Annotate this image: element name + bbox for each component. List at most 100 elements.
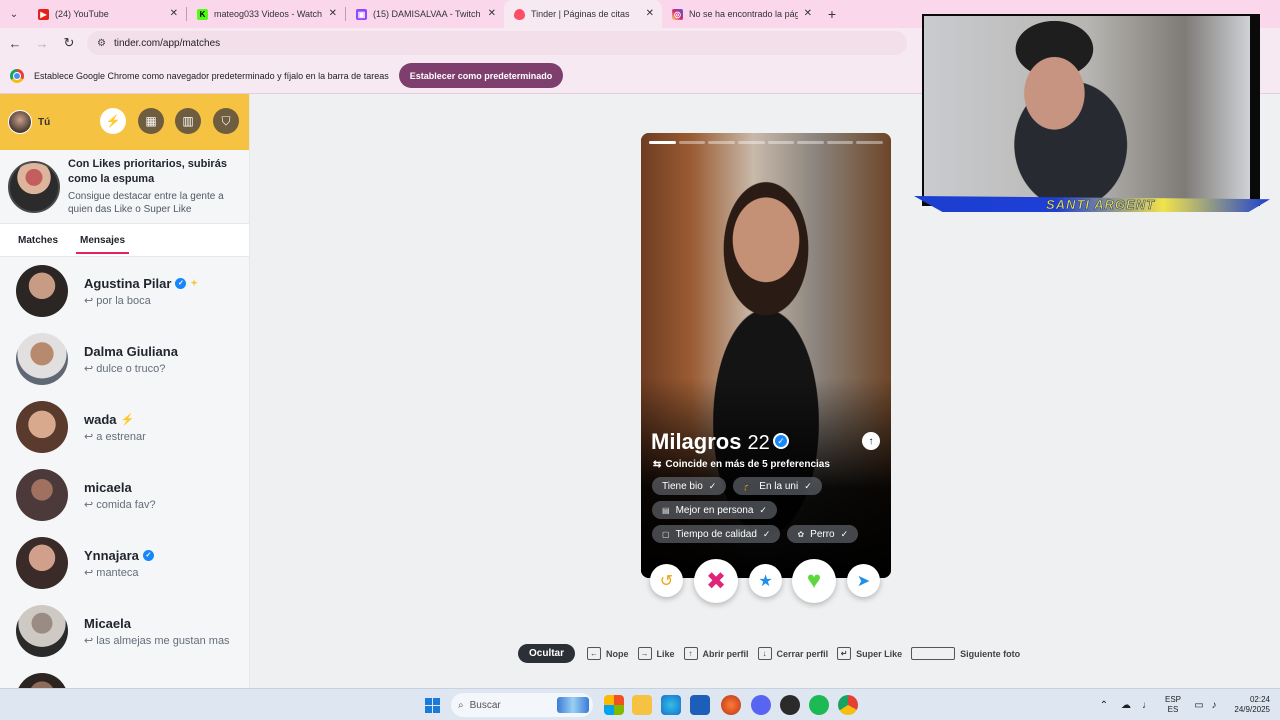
cloud-icon[interactable]: ☁ <box>1118 689 1134 720</box>
search-highlight-icon <box>557 697 589 713</box>
last-message: ↩ a estrenar <box>84 430 146 443</box>
browser-tab-kick[interactable]: K mateog033 Videos - Watch On ✕ <box>187 0 345 28</box>
browser-tab-tinder[interactable]: Tinder | Páginas de citas ✕ <box>504 0 662 28</box>
language-code: ESP <box>1164 695 1181 704</box>
shortcut-label: Super Like <box>856 648 903 659</box>
profile-label[interactable]: Tú <box>38 117 50 128</box>
list-item[interactable]: Micaela ↩ las almejas me gustan mas <box>0 597 249 665</box>
list-item[interactable]: Anabella✦ <box>0 665 249 688</box>
close-icon[interactable]: ✕ <box>804 8 812 19</box>
shortcut-item: → Like <box>637 647 675 660</box>
browser-tab-instagram[interactable]: ◎ No se ha encontrado la página ✕ <box>662 0 820 28</box>
windows-start-icon[interactable] <box>425 698 440 713</box>
chrome-icon[interactable] <box>838 695 858 715</box>
photo-indicator[interactable] <box>737 141 765 144</box>
system-clock[interactable]: 02:24 24/9/2025 <box>1228 695 1270 715</box>
match-name-row: Agustina Pilar ✓ ✦ <box>84 276 198 291</box>
close-icon[interactable]: ✕ <box>170 8 178 19</box>
clock-time: 02:24 <box>1249 695 1270 704</box>
key-icon: ← <box>587 647 602 660</box>
sidebar-header: Tú ⚡ ▦ ▥ ⛉ <box>0 94 249 150</box>
key-icon: → <box>637 647 652 660</box>
back-button[interactable]: ← <box>3 31 27 55</box>
copilot-icon[interactable] <box>604 695 624 715</box>
shield-icon[interactable]: ⛉ <box>213 108 239 134</box>
briefcase-icon[interactable]: ▥ <box>175 108 201 134</box>
shortcut-label: Abrir perfil <box>702 648 749 659</box>
verified-icon: ✓ <box>175 277 187 289</box>
photo-indicator[interactable] <box>708 141 735 144</box>
profile-name: Milagros <box>651 429 742 454</box>
avatar <box>16 265 68 317</box>
explore-icon[interactable]: ▦ <box>138 108 164 134</box>
shortcut-label: Siguiente foto <box>960 648 1021 659</box>
photo-indicator[interactable] <box>649 141 676 144</box>
boost-icon[interactable]: ⚡ <box>100 108 126 134</box>
paw-icon: ✿ <box>797 529 805 539</box>
tab-title: (15) DAMISALVAA - Twitch <box>373 9 481 19</box>
photo-indicator[interactable] <box>797 141 824 144</box>
set-default-button[interactable]: Establecer como predeterminado <box>398 63 564 88</box>
forward-button[interactable]: → <box>30 31 54 55</box>
taskbar-search[interactable]: ⌕ Buscar <box>451 693 593 717</box>
windows-taskbar: ⌕ Buscar ⌃ ☁ ♩ ESP ES ▭ ♪ 02:24 24/9/202… <box>0 688 1280 720</box>
check-icon: ✓ <box>759 504 767 515</box>
spotify-icon[interactable] <box>809 695 829 715</box>
brave-icon[interactable] <box>721 695 741 715</box>
webcam-video <box>924 16 1250 200</box>
site-settings-icon[interactable]: ⚙ <box>97 38 106 49</box>
twitch-icon: ▣ <box>356 8 367 20</box>
boost-message-button[interactable]: ➤ <box>847 564 880 597</box>
list-item[interactable]: Ynnajara ✓ ↩ manteca <box>0 529 249 597</box>
list-item[interactable]: Dalma Giuliana ↩ dulce o truco? <box>0 325 249 393</box>
preference-chip: ✿ Perro ✓ <box>787 525 859 543</box>
obs-icon[interactable] <box>780 695 800 715</box>
new-tab-button[interactable]: + <box>820 0 844 28</box>
photo-indicator[interactable] <box>678 141 706 144</box>
rewind-button[interactable]: ↺ <box>650 564 683 597</box>
verified-icon: ✓ <box>773 433 789 449</box>
reply-arrow-icon: ↩ <box>84 430 97 443</box>
browser-tab-twitch[interactable]: ▣ (15) DAMISALVAA - Twitch ✕ <box>346 0 504 28</box>
list-item[interactable]: wada ⚡ ↩ a estrenar <box>0 393 249 461</box>
photo-indicator[interactable] <box>767 141 795 144</box>
edge-icon[interactable] <box>661 695 681 715</box>
clock-date: 24/9/2025 <box>1234 705 1270 714</box>
sidebar-tabs: Matches Mensajes <box>0 224 249 256</box>
display-icon[interactable]: ▭ <box>1192 689 1206 720</box>
open-profile-icon[interactable]: ↑ <box>862 432 880 450</box>
tab-search-button[interactable]: ⌄ <box>0 0 28 28</box>
language-indicator[interactable]: ESP ES <box>1163 695 1183 715</box>
photo-indicator[interactable] <box>856 141 883 144</box>
store-icon[interactable] <box>690 695 710 715</box>
tab-messages[interactable]: Mensajes <box>76 231 130 254</box>
like-button[interactable]: ♥ <box>792 559 836 603</box>
reply-arrow-icon: ↩ <box>84 362 97 375</box>
preference-chip: ▤ Mejor en persona ✓ <box>652 501 777 519</box>
hide-shortcuts-button[interactable]: Ocultar <box>518 644 576 663</box>
list-item[interactable]: Agustina Pilar ✓ ✦ ↩ por la boca <box>0 257 249 325</box>
promo-subtitle: Consigue destacar entre la gente a quien… <box>68 191 224 215</box>
priority-likes-promo[interactable]: Con Likes prioritarios, subirás como la … <box>0 150 249 224</box>
close-icon[interactable]: ✕ <box>488 8 496 19</box>
close-icon[interactable]: ✕ <box>329 8 337 19</box>
photo-indicator[interactable] <box>826 141 854 144</box>
reload-button[interactable]: ↻ <box>57 31 81 55</box>
list-item[interactable]: micaela ↩ comida fav? <box>0 461 249 529</box>
profile-card[interactable]: Milagros 22 ✓ ↑ ⇆ Coincide en más de 5 p… <box>641 133 891 578</box>
message-text: dulce o truco? <box>96 362 166 375</box>
volume-icon[interactable]: ♪ <box>1207 689 1221 720</box>
avatar[interactable] <box>8 110 32 134</box>
match-name-row: micaela <box>84 480 156 495</box>
tab-matches[interactable]: Matches <box>18 231 58 250</box>
url-bar[interactable]: ⚙ tinder.com/app/matches <box>87 31 907 55</box>
super-like-button[interactable]: ★ <box>749 564 782 597</box>
microphone-icon[interactable]: ♩ <box>1140 689 1154 720</box>
discord-icon[interactable] <box>751 695 771 715</box>
star-icon: ★ <box>758 572 773 590</box>
chevron-up-icon[interactable]: ⌃ <box>1097 689 1111 720</box>
file-explorer-icon[interactable] <box>632 695 652 715</box>
nope-button[interactable]: ✖ <box>694 559 738 603</box>
browser-tab-youtube[interactable]: ▶ (24) YouTube ✕ <box>28 0 186 28</box>
close-icon[interactable]: ✕ <box>646 8 654 19</box>
